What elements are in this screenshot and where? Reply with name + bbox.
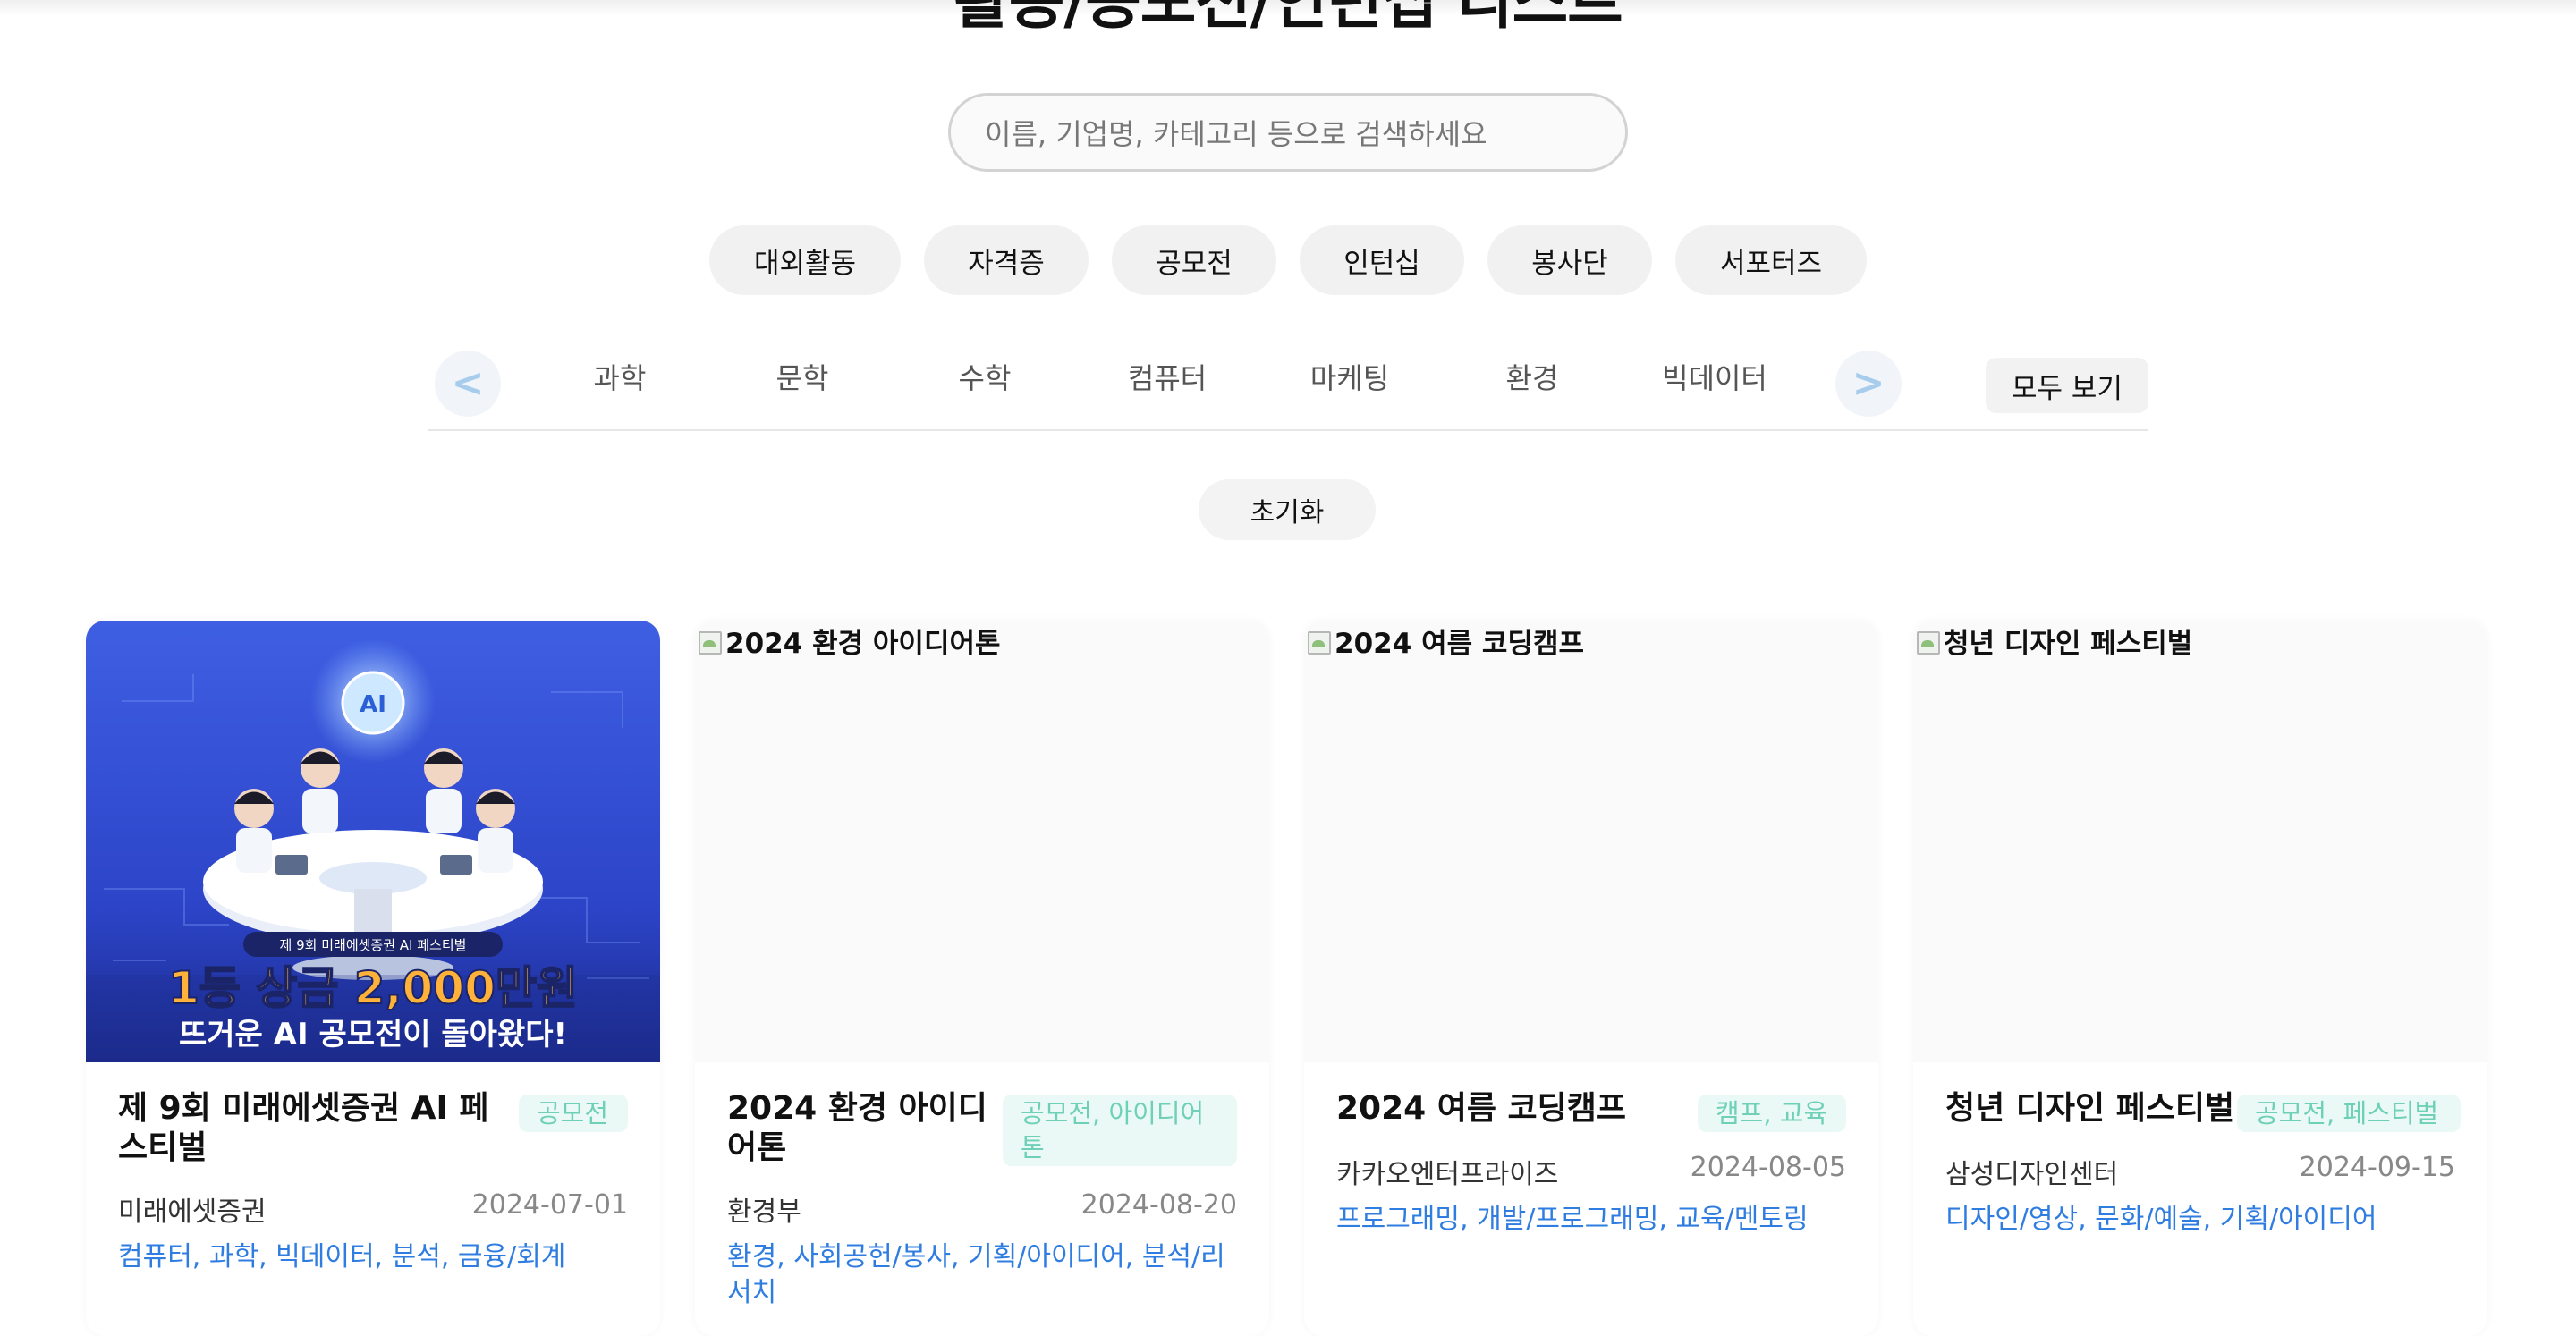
activity-card[interactable]: 청년 디자인 페스티벌 청년 디자인 페스티벌 공모전, 페스티벌 삼성디자인센…: [1913, 621, 2487, 1336]
broken-image: 2024 여름 코딩캠프: [1306, 621, 1584, 661]
category-pill-volunteer[interactable]: 봉사단: [1487, 225, 1652, 295]
field-item-math[interactable]: 수학: [895, 356, 1074, 397]
chevron-left-icon[interactable]: <: [435, 351, 501, 417]
image-alt-text: 청년 디자인 페스티벌: [1944, 628, 2193, 660]
card-date: 2024-08-05: [1690, 1152, 1846, 1183]
category-pill-internship[interactable]: 인턴십: [1300, 225, 1464, 295]
field-tags: 프로그래밍, 개발/프로그래밍, 교육/멘토링: [1336, 1204, 1809, 1235]
broken-image: 2024 환경 아이디어톤: [697, 621, 1001, 661]
field-item-bigdata[interactable]: 빅데이터: [1625, 356, 1804, 397]
card-title: 2024 여름 코딩캠프: [1336, 1090, 1626, 1127]
field-item-computer[interactable]: 컴퓨터: [1078, 356, 1257, 397]
field-filter-bar: < 과학 문학 수학 컴퓨터 마케팅 환경 빅데이터 > 모두 보기: [428, 351, 2148, 431]
chevron-right-icon[interactable]: >: [1835, 351, 1902, 417]
field-item-marketing[interactable]: 마케팅: [1260, 356, 1439, 397]
poster-headline: 1등 상금 2,000만원: [168, 962, 578, 1014]
reset-button[interactable]: 초기화: [1199, 479, 1376, 540]
field-tags: 컴퓨터, 과학, 빅데이터, 분석, 금융/회계: [118, 1241, 566, 1273]
card-date: 2024-08-20: [1080, 1189, 1237, 1221]
organizer: 미래에셋증권: [118, 1196, 267, 1228]
search-input[interactable]: 이름, 기업명, 카테고리 등으로 검색하세요: [948, 93, 1628, 172]
broken-image: 청년 디자인 페스티벌: [1915, 621, 2192, 661]
card-image[interactable]: 2024 환경 아이디어톤: [695, 621, 1269, 1062]
image-alt-text: 2024 여름 코딩캠프: [1335, 628, 1584, 660]
image-alt-text: 2024 환경 아이디어톤: [725, 628, 1001, 660]
view-all-button[interactable]: 모두 보기: [1986, 358, 2148, 413]
category-tag: 캠프, 교육: [1698, 1095, 1846, 1132]
field-tags: 환경, 사회공헌/봉사, 기획/아이디어, 분석/리서치: [727, 1241, 1225, 1308]
broken-image-icon: [1306, 628, 1333, 655]
poster-image: AI 제 9회 미래에셋증권 AI 페스티벌 1등 상금 2,000만원 뜨거운…: [86, 621, 660, 1062]
card-image[interactable]: AI 제 9회 미래에셋증권 AI 페스티벌 1등 상금 2,000만원 뜨거운…: [86, 621, 660, 1062]
field-item-science[interactable]: 과학: [530, 356, 709, 397]
category-filter: 대외활동 자격증 공모전 인턴십 봉사단 서포터즈: [0, 225, 2576, 295]
activity-card[interactable]: 2024 여름 코딩캠프 2024 여름 코딩캠프 캠프, 교육 카카오엔터프라…: [1304, 621, 1878, 1336]
activity-card[interactable]: AI 제 9회 미래에셋증권 AI 페스티벌 1등 상금 2,000만원 뜨거운…: [86, 621, 660, 1336]
organizer: 환경부: [727, 1196, 801, 1228]
card-title: 2024 환경 아이디어톤: [727, 1090, 987, 1166]
broken-image-icon: [1915, 628, 1942, 655]
category-pill-activity[interactable]: 대외활동: [709, 225, 901, 295]
poster-subline: 뜨거운 AI 공모전이 돌아왔다!: [179, 1017, 567, 1053]
broken-image-icon: [697, 628, 724, 655]
category-pill-supporters[interactable]: 서포터즈: [1675, 225, 1867, 295]
activity-card[interactable]: 2024 환경 아이디어톤 2024 환경 아이디어톤 공모전, 아이디어톤 환…: [695, 621, 1269, 1336]
field-tags: 디자인/영상, 문화/예술, 기획/아이디어: [1945, 1204, 2377, 1235]
organizer: 카카오엔터프라이즈: [1336, 1159, 1559, 1190]
category-tag: 공모전: [519, 1095, 628, 1132]
svg-text:AI: AI: [360, 691, 386, 718]
category-pill-certificate[interactable]: 자격증: [924, 225, 1089, 295]
category-pill-contest[interactable]: 공모전: [1112, 225, 1276, 295]
card-date: 2024-07-01: [471, 1189, 628, 1221]
card-image[interactable]: 2024 여름 코딩캠프: [1304, 621, 1878, 1062]
category-tag: 공모전, 아이디어톤: [1003, 1095, 1237, 1166]
organizer: 삼성디자인센터: [1945, 1159, 2119, 1190]
card-date: 2024-09-15: [2299, 1152, 2455, 1183]
card-title: 제 9회 미래에셋증권 AI 페스티벌: [118, 1090, 489, 1166]
field-item-environment[interactable]: 환경: [1443, 356, 1622, 397]
card-title: 청년 디자인 페스티벌: [1945, 1090, 2235, 1127]
card-image[interactable]: 청년 디자인 페스티벌: [1913, 621, 2487, 1062]
category-tag: 공모전, 페스티벌: [2237, 1095, 2461, 1132]
field-item-literature[interactable]: 문학: [713, 356, 892, 397]
poster-event-name: 제 9회 미래에셋증권 AI 페스티벌: [280, 937, 467, 953]
page-title: 활동/공모전/인턴십 리스트: [953, 0, 1623, 38]
